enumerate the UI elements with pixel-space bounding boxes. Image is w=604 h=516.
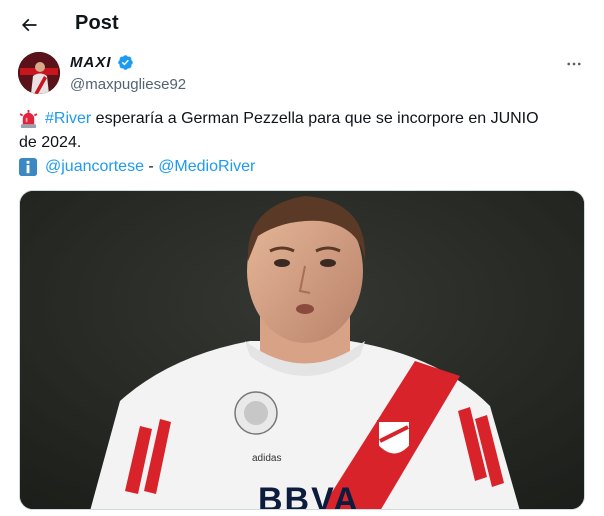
information-icon — [19, 157, 38, 176]
header-bar: Post — [0, 0, 604, 50]
verified-badge-icon — [117, 55, 133, 70]
rotating-light-icon — [19, 109, 38, 128]
tweet-text: #River esperaría a German Pezzella para … — [19, 107, 585, 179]
back-button[interactable] — [12, 8, 46, 42]
mention-link[interactable]: @juancortese — [45, 155, 144, 179]
hashtag-link[interactable]: #River — [45, 107, 91, 131]
more-horizontal-icon — [567, 62, 581, 66]
tweet-media-image[interactable]: adidas BBVA — [19, 190, 585, 510]
mention-separator: - — [143, 158, 159, 175]
author-row: MAXI @maxpugliese92 — [18, 52, 588, 98]
author-handle[interactable]: @maxpugliese92 — [70, 76, 186, 93]
arrow-left-icon — [21, 18, 37, 32]
page-title: Post — [75, 12, 119, 34]
tweet-line-2: de 2024. — [19, 131, 585, 155]
tweet-text-segment: esperaría a German Pezzella para que se … — [91, 110, 539, 127]
name-row: MAXI — [70, 54, 134, 71]
display-name[interactable]: MAXI — [70, 54, 112, 71]
tweet-line-3: @juancortese - @MedioRiver — [19, 155, 585, 179]
adidas-logo-text: adidas — [252, 453, 281, 464]
tweet-line-1: #River esperaría a German Pezzella para … — [19, 107, 585, 131]
tweet-text-segment: de 2024. — [19, 134, 82, 151]
avatar[interactable] — [18, 52, 60, 94]
more-button[interactable] — [562, 54, 586, 74]
sponsor-text: BBVA — [258, 481, 360, 510]
mention-link[interactable]: @MedioRiver — [158, 155, 255, 179]
